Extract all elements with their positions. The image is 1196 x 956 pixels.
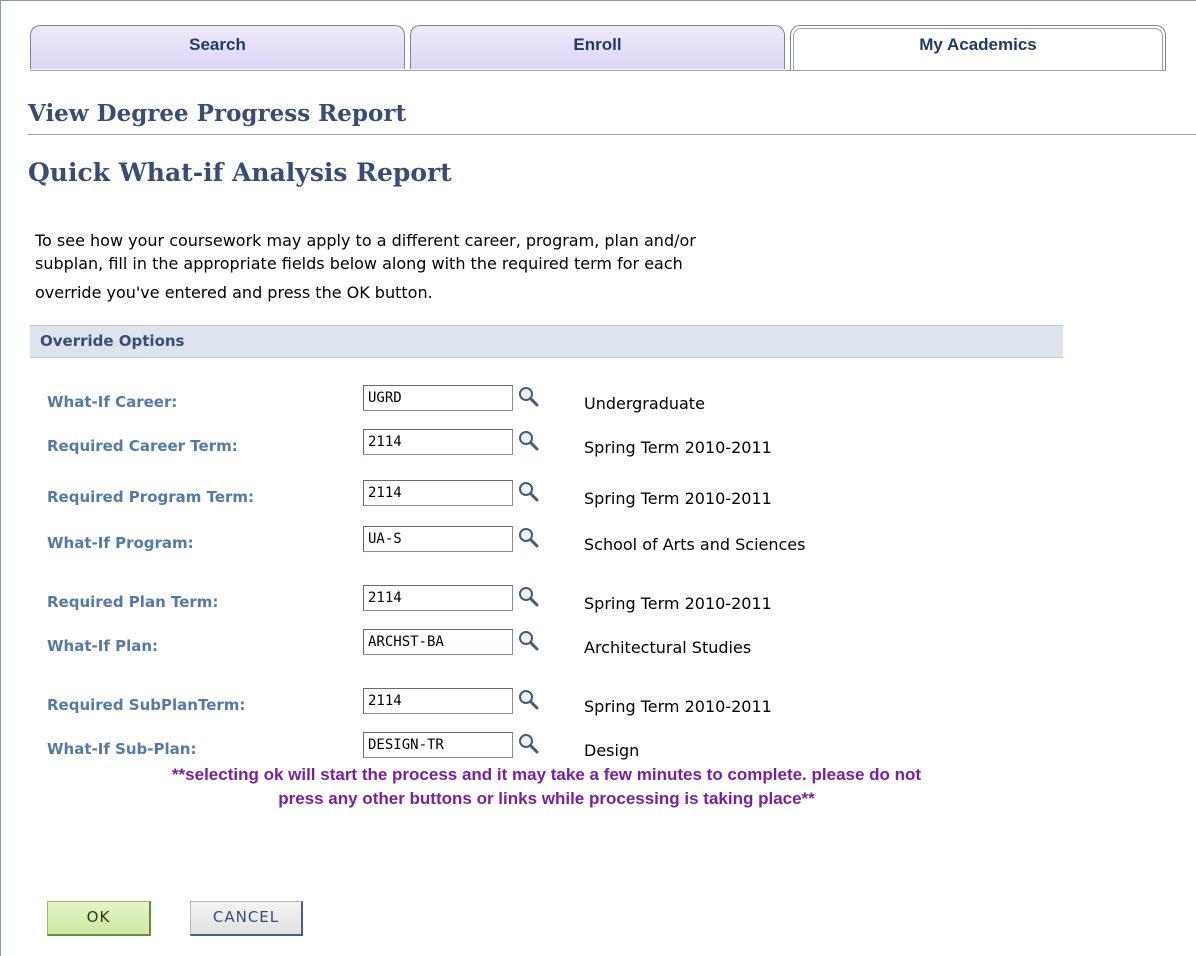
field-label: Required Program Term: (47, 488, 255, 506)
required-plan-term-input[interactable]: 2114 (363, 585, 513, 611)
tab-baseline (30, 70, 1166, 71)
notice-line: press any other buttons or links while p… (278, 789, 815, 808)
field-label: What-If Sub-Plan: (47, 740, 197, 758)
field-row-required-subplan-term: Required SubPlanTerm: 2114 Spring Term 2… (0, 688, 1196, 720)
notice-line: **selecting ok will start the process an… (171, 765, 922, 784)
page-title: View Degree Progress Report (28, 100, 407, 127)
tab-enroll-label: Enroll (573, 35, 622, 54)
field-label: What-If Career: (47, 393, 178, 411)
field-description: Spring Term 2010-2011 (584, 489, 772, 508)
field-row-required-program-term: Required Program Term: 2114 Spring Term … (0, 480, 1196, 512)
instructions: To see how your coursework may apply to … (35, 229, 935, 304)
whatif-program-input[interactable]: UA-S (363, 526, 513, 552)
whatif-subplan-input[interactable]: DESIGN-TR (363, 732, 513, 758)
field-description: Spring Term 2010-2011 (584, 594, 772, 613)
field-row-whatif-plan: What-If Plan: ARCHST-BA Architectural St… (0, 629, 1196, 661)
ok-button[interactable]: OK (47, 901, 151, 936)
instructions-line: override you've entered and press the OK… (35, 283, 433, 302)
tab-search-label: Search (189, 35, 246, 54)
field-row-required-career-term: Required Career Term: 2114 Spring Term 2… (0, 429, 1196, 461)
field-label: What-If Program: (47, 534, 194, 552)
tab-my-academics-label: My Academics (919, 35, 1037, 54)
page-border-top (0, 0, 1196, 1)
field-description: Design (584, 741, 640, 760)
field-row-whatif-subplan: What-If Sub-Plan: DESIGN-TR Design (0, 732, 1196, 764)
required-career-term-input[interactable]: 2114 (363, 429, 513, 455)
magnifier-icon[interactable] (517, 732, 541, 756)
required-program-term-input[interactable]: 2114 (363, 480, 513, 506)
title-divider (28, 134, 1196, 135)
page-border-left (0, 0, 1, 956)
tab-enroll[interactable]: Enroll (410, 25, 785, 69)
whatif-plan-input[interactable]: ARCHST-BA (363, 629, 513, 655)
field-row-whatif-career: What-If Career: UGRD Undergraduate (0, 385, 1196, 417)
magnifier-icon[interactable] (517, 429, 541, 453)
whatif-career-input[interactable]: UGRD (363, 385, 513, 411)
processing-notice: **selecting ok will start the process an… (30, 763, 1063, 811)
report-title: Quick What-if Analysis Report (28, 158, 452, 187)
tab-my-academics[interactable]: My Academics (790, 25, 1166, 71)
field-description: Spring Term 2010-2011 (584, 438, 772, 457)
field-description: Spring Term 2010-2011 (584, 697, 772, 716)
field-label: Required SubPlanTerm: (47, 696, 246, 714)
required-subplan-term-input[interactable]: 2114 (363, 688, 513, 714)
field-description: Architectural Studies (584, 638, 752, 657)
section-header-override-options: Override Options (30, 325, 1063, 358)
field-label: What-If Plan: (47, 637, 159, 655)
instructions-line: To see how your coursework may apply to … (35, 231, 696, 250)
field-label: Required Career Term: (47, 437, 238, 455)
magnifier-icon[interactable] (517, 526, 541, 550)
field-description: Undergraduate (584, 394, 705, 413)
magnifier-icon[interactable] (517, 629, 541, 653)
field-label: Required Plan Term: (47, 593, 219, 611)
field-description: School of Arts and Sciences (584, 535, 806, 554)
magnifier-icon[interactable] (517, 688, 541, 712)
magnifier-icon[interactable] (517, 385, 541, 409)
field-row-whatif-program: What-If Program: UA-S School of Arts and… (0, 526, 1196, 558)
field-row-required-plan-term: Required Plan Term: 2114 Spring Term 201… (0, 585, 1196, 617)
instructions-line: subplan, fill in the appropriate fields … (35, 254, 683, 273)
magnifier-icon[interactable] (517, 585, 541, 609)
magnifier-icon[interactable] (517, 480, 541, 504)
cancel-button[interactable]: CANCEL (190, 901, 303, 936)
tab-search[interactable]: Search (30, 25, 405, 69)
